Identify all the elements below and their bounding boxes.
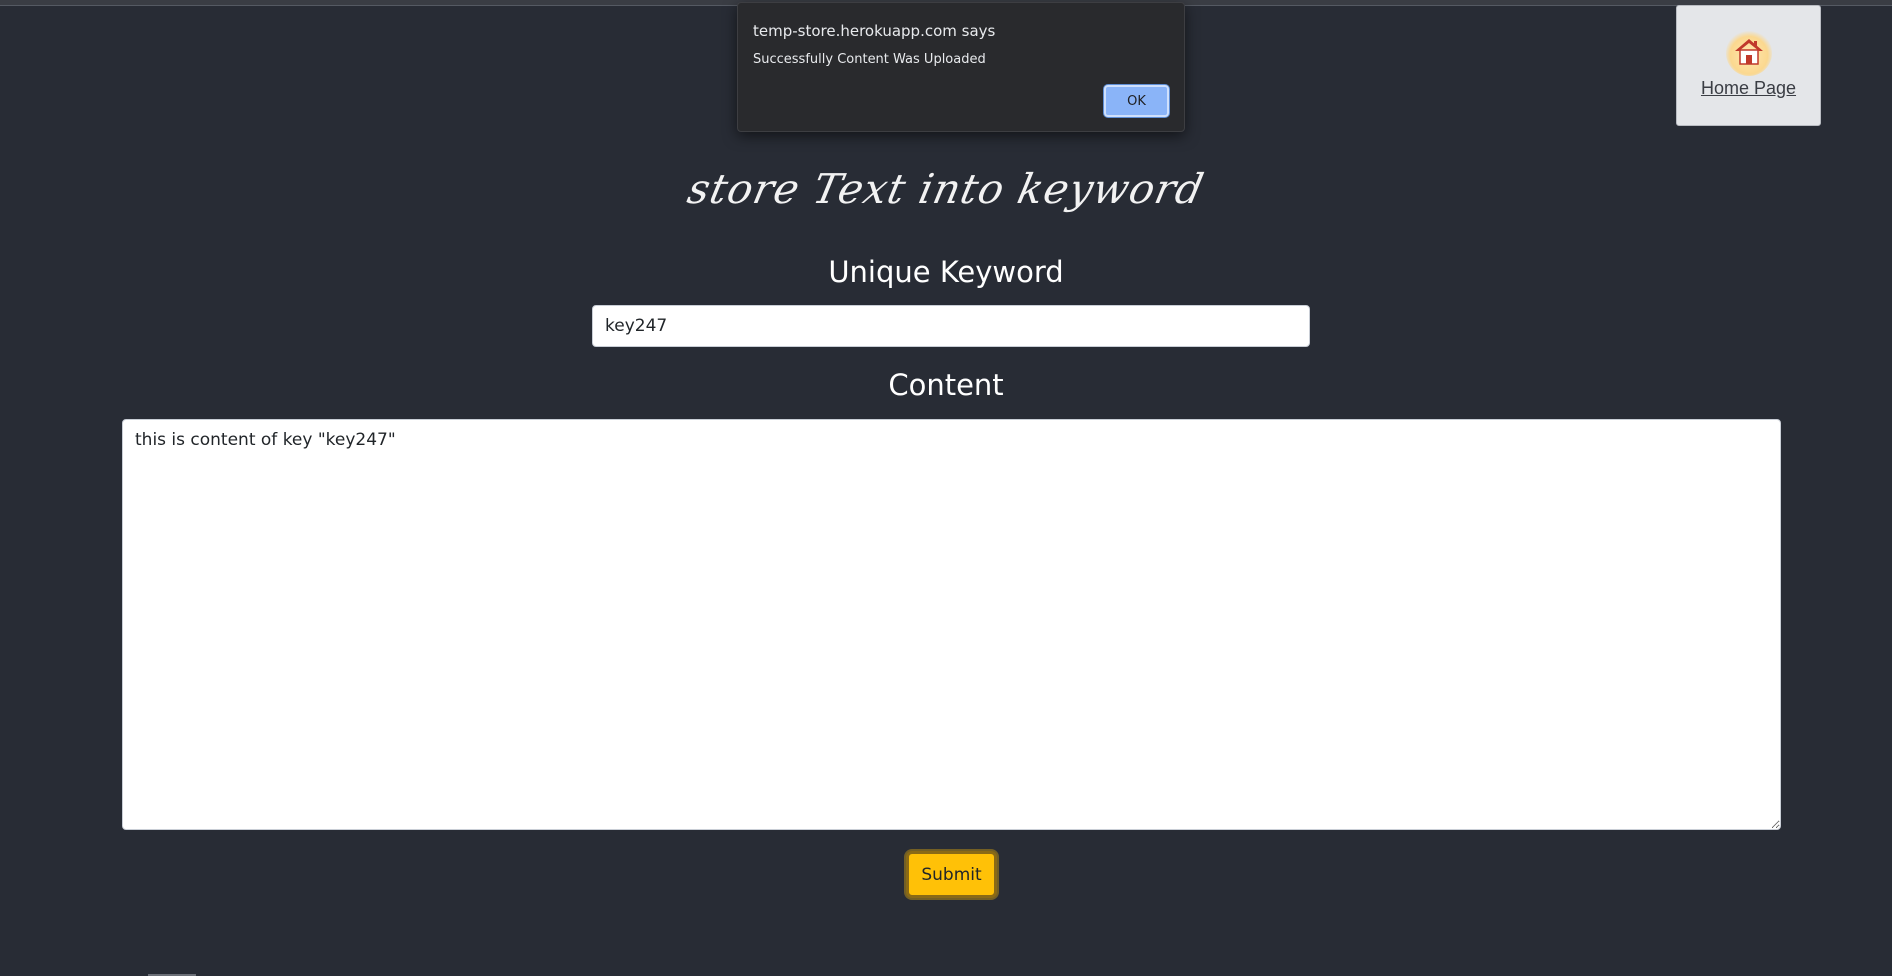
page-title: store Text into keyword	[683, 165, 1209, 213]
dialog-message: Successfully Content Was Uploaded	[753, 52, 986, 67]
dialog-origin: temp-store.herokuapp.com says	[753, 22, 996, 40]
content-textarea[interactable]: this is content of key "key247"	[122, 419, 1781, 830]
house-icon	[1725, 30, 1772, 76]
content-label: Content	[888, 368, 1004, 402]
keyword-input[interactable]	[592, 305, 1310, 347]
submit-button[interactable]: Submit	[906, 851, 997, 898]
alert-dialog: temp-store.herokuapp.com says Successful…	[737, 2, 1185, 132]
keyword-label: Unique Keyword	[828, 255, 1064, 289]
home-page-label[interactable]: Home Page	[1701, 78, 1796, 99]
home-page-link[interactable]: Home Page	[1676, 5, 1821, 126]
page: Home Page store Text into keyword Unique…	[0, 0, 1892, 976]
dialog-ok-button[interactable]: OK	[1104, 85, 1169, 117]
